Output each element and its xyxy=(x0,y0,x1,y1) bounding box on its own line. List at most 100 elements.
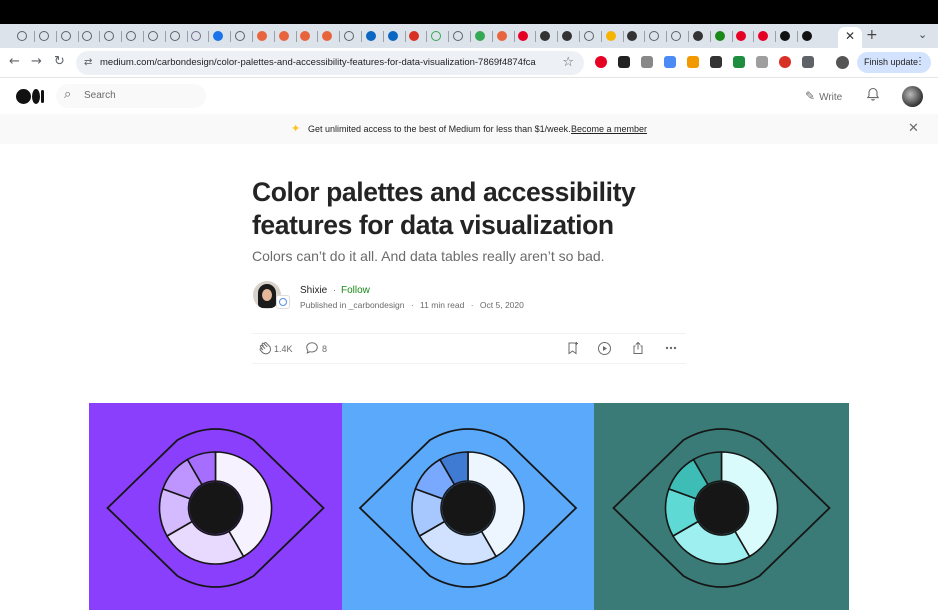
browser-menu-icon[interactable]: ⋮ xyxy=(915,56,925,67)
search-input[interactable]: ⌕ Search xyxy=(56,84,206,108)
tab[interactable] xyxy=(603,28,619,44)
dark-ext-icon[interactable] xyxy=(618,56,630,68)
tab[interactable] xyxy=(297,28,313,44)
tab[interactable] xyxy=(450,28,466,44)
eye-icon xyxy=(358,428,578,588)
tab[interactable] xyxy=(733,28,749,44)
tab-search-button[interactable]: ⌄ xyxy=(918,28,927,41)
bookmark-star-icon[interactable]: ☆ xyxy=(562,55,574,70)
red-ext-icon[interactable] xyxy=(779,56,791,68)
forward-button[interactable]: → xyxy=(31,54,42,69)
article-title: Color palettes and accessibility feature… xyxy=(252,177,636,240)
tab[interactable] xyxy=(494,28,510,44)
tab-favicon-33-icon xyxy=(714,31,725,41)
tab[interactable] xyxy=(101,28,117,44)
tab[interactable] xyxy=(428,28,444,44)
tab[interactable] xyxy=(581,28,597,44)
bookmark-icon[interactable] xyxy=(566,341,579,358)
new-tab-button[interactable]: + xyxy=(866,27,878,43)
tab[interactable] xyxy=(385,28,401,44)
tab-favicon-32-icon xyxy=(692,31,703,41)
tab[interactable] xyxy=(188,28,204,44)
gray-ext-icon[interactable] xyxy=(756,56,768,68)
article-meta: Published in _carbondesign · 11 min read… xyxy=(300,300,524,310)
address-bar[interactable]: ⇄ medium.com/carbondesign/color-palettes… xyxy=(76,51,584,75)
tab[interactable] xyxy=(799,28,815,44)
tab[interactable] xyxy=(712,28,728,44)
close-banner-icon[interactable]: ✕ xyxy=(908,121,919,136)
tab[interactable] xyxy=(668,28,684,44)
tab-favicon-24-icon xyxy=(518,31,529,41)
green-ext-icon[interactable] xyxy=(733,56,745,68)
tab[interactable] xyxy=(646,28,662,44)
tab-favicon-12-icon xyxy=(256,31,267,41)
clap-icon[interactable] xyxy=(258,341,273,359)
orange-ext-icon[interactable] xyxy=(687,56,699,68)
tab-favicon-26-icon xyxy=(562,31,572,41)
publication-link[interactable]: _carbondesign xyxy=(349,300,405,310)
active-tab[interactable]: ✕ xyxy=(838,27,862,48)
tab[interactable] xyxy=(36,28,52,44)
tab[interactable] xyxy=(624,28,640,44)
author-name[interactable]: Shixie xyxy=(300,285,327,296)
tab[interactable] xyxy=(755,28,771,44)
tab-favicon-6-icon xyxy=(126,31,136,41)
tab-favicon-23-icon xyxy=(496,31,507,41)
tab[interactable] xyxy=(406,28,422,44)
published-prefix: Published in xyxy=(300,300,347,310)
tab[interactable] xyxy=(123,28,139,44)
tab[interactable] xyxy=(690,28,706,44)
share-icon[interactable] xyxy=(631,341,645,358)
puzzle-ext-icon[interactable] xyxy=(802,56,814,68)
write-button[interactable]: ✎ Write xyxy=(805,89,842,103)
tab[interactable] xyxy=(472,28,488,44)
eye-illustration-panel xyxy=(89,403,342,610)
tab[interactable] xyxy=(167,28,183,44)
tab[interactable] xyxy=(254,28,270,44)
reload-button[interactable]: ↻ xyxy=(54,54,65,69)
pinterest-ext-icon[interactable] xyxy=(595,56,607,68)
tab-favicon-37-icon xyxy=(801,31,812,41)
tab[interactable] xyxy=(276,28,292,44)
back-button[interactable]: ← xyxy=(9,54,20,69)
close-tab-icon[interactable]: ✕ xyxy=(845,29,855,43)
notifications-bell-icon[interactable] xyxy=(866,87,880,106)
tab[interactable] xyxy=(232,28,248,44)
become-member-link[interactable]: Become a member xyxy=(571,124,647,134)
finish-update-label: Finish update xyxy=(864,57,919,67)
finish-update-button[interactable]: Finish update ⋮ xyxy=(857,52,931,73)
tab-favicon-18-icon xyxy=(387,31,398,41)
user-avatar[interactable] xyxy=(902,86,923,107)
publication-avatar[interactable] xyxy=(276,295,290,309)
tab-favicon-16-icon xyxy=(344,31,354,41)
write-label: Write xyxy=(819,92,843,103)
tab[interactable] xyxy=(537,28,553,44)
tab[interactable] xyxy=(777,28,793,44)
comment-icon[interactable] xyxy=(305,341,319,358)
tab[interactable] xyxy=(319,28,335,44)
tab-favicon-15-icon xyxy=(322,31,333,41)
follow-button[interactable]: Follow xyxy=(341,285,370,296)
clap-count: 1.4K xyxy=(274,344,293,354)
profile-avatar[interactable] xyxy=(836,56,849,69)
tab[interactable] xyxy=(210,28,226,44)
tab[interactable] xyxy=(515,28,531,44)
text-ext-icon[interactable] xyxy=(641,56,653,68)
tab[interactable] xyxy=(341,28,357,44)
feather-ext-icon[interactable] xyxy=(710,56,722,68)
tab[interactable] xyxy=(14,28,30,44)
more-options-icon[interactable] xyxy=(664,341,678,358)
blue-ext-icon[interactable] xyxy=(664,56,676,68)
tab[interactable] xyxy=(145,28,161,44)
tab[interactable] xyxy=(559,28,575,44)
site-info-icon[interactable]: ⇄ xyxy=(84,57,92,68)
separator-dot: · xyxy=(470,300,474,310)
tab-favicon-7-icon xyxy=(147,31,158,41)
tab[interactable] xyxy=(58,28,74,44)
tab[interactable] xyxy=(363,28,379,44)
url-text[interactable]: medium.com/carbondesign/color-palettes-a… xyxy=(100,57,552,68)
separator-dot: · xyxy=(410,300,414,310)
tab[interactable] xyxy=(79,28,95,44)
tab-favicon-20-icon xyxy=(431,31,442,41)
listen-play-icon[interactable] xyxy=(597,341,612,359)
